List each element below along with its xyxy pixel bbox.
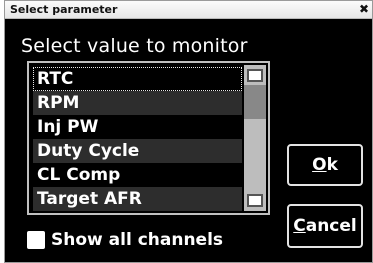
select-parameter-dialog: Select parameter ✖ Select value to monit… [4,0,373,263]
cancel-button[interactable]: Cancel [287,204,363,248]
show-all-channels-checkbox[interactable] [27,231,45,249]
list-item-cl-comp[interactable]: CL Comp [33,163,242,187]
ok-button[interactable]: Ok [287,144,363,186]
parameter-list[interactable]: RTC RPM Inj PW Duty Cycle CL Comp Target… [27,61,270,215]
ok-mnemonic: O [312,155,327,175]
title-bar: Select parameter ✖ [5,1,372,19]
scrollbar-thumb[interactable] [244,85,266,119]
scroll-up-button[interactable] [247,69,263,82]
list-item-duty-cycle[interactable]: Duty Cycle [33,139,242,163]
list-scrollbar[interactable] [244,65,266,211]
ok-label-rest: k [326,155,338,175]
scroll-down-button[interactable] [247,194,263,207]
prompt-label: Select value to monitor [21,35,248,57]
list-item-target-afr[interactable]: Target AFR [33,187,242,211]
close-icon[interactable]: ✖ [359,2,369,16]
list-item-rtc[interactable]: RTC [33,67,242,91]
show-all-channels-label[interactable]: Show all channels [51,230,223,250]
cancel-mnemonic: C [293,216,306,236]
dialog-title: Select parameter [10,3,118,16]
list-item-inj-pw[interactable]: Inj PW [33,115,242,139]
list-item-rpm[interactable]: RPM [33,91,242,115]
cancel-label-rest: ancel [305,216,357,236]
